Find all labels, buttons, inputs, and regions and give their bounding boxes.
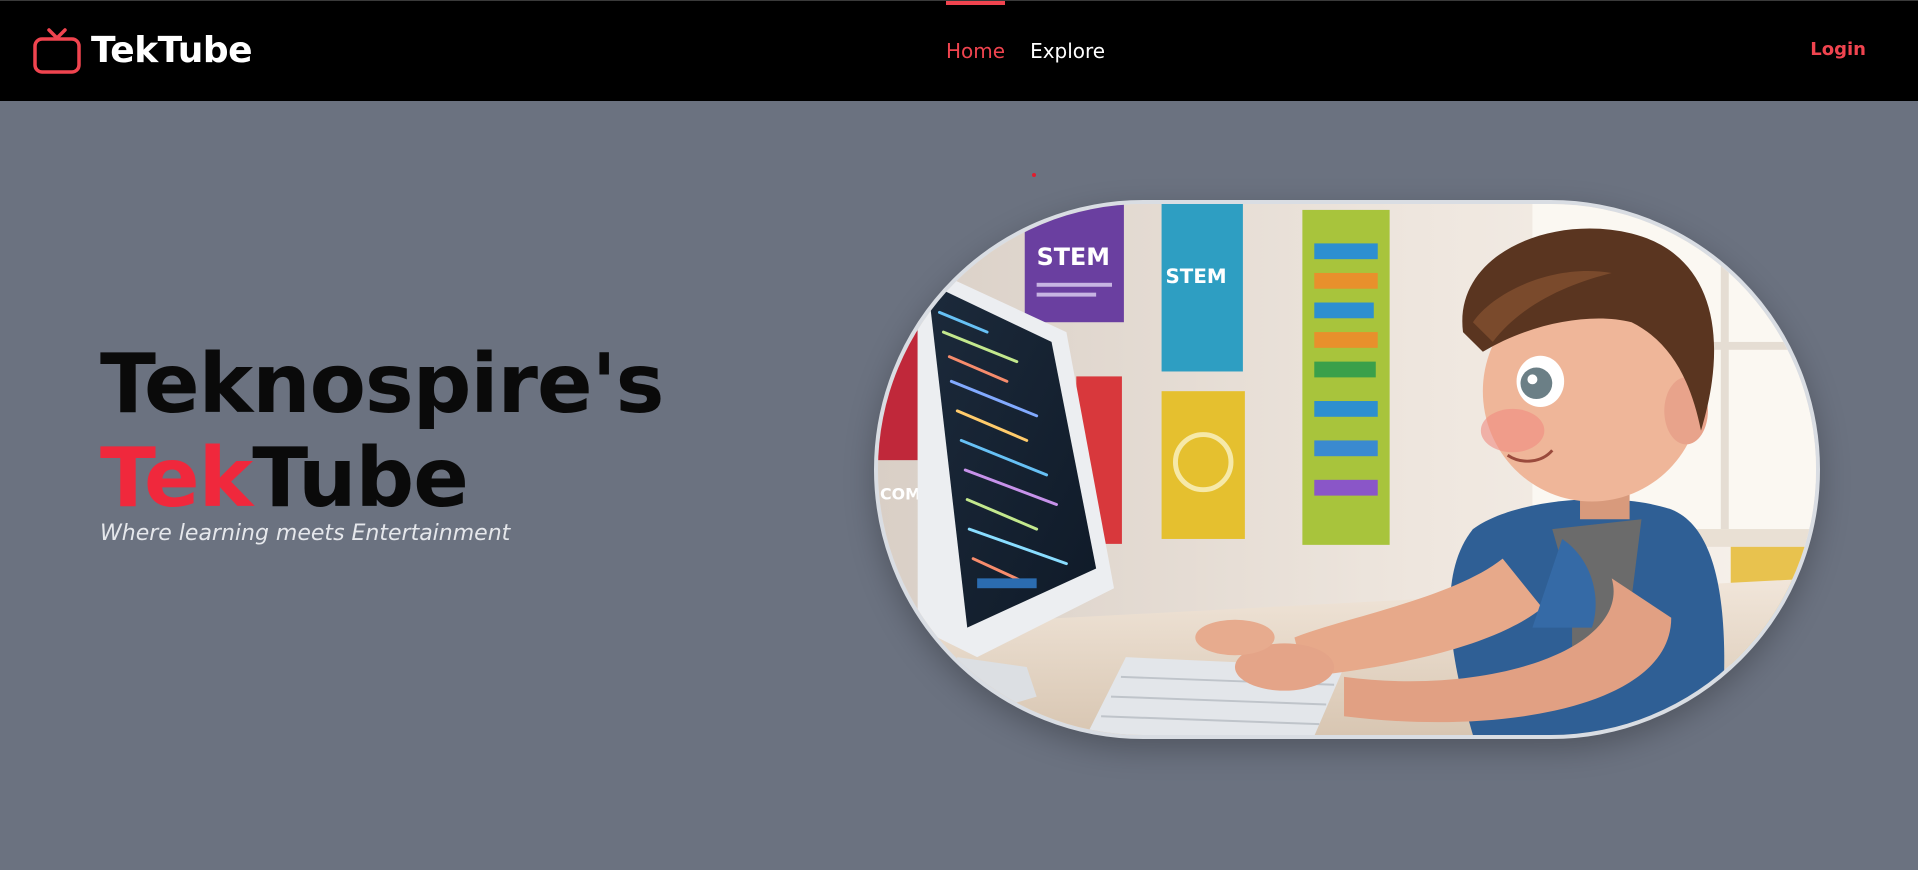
poster-text-3: COM — [880, 485, 921, 504]
hero-title-accent: Tek — [100, 431, 253, 526]
hero-title-line1: Teknospire's — [100, 337, 664, 432]
hero-tagline: Where learning meets Entertainment — [100, 521, 511, 546]
boy-coding-illustration: COM STEM STEM — [878, 204, 1816, 735]
poster-text-1: STEM — [1037, 243, 1110, 271]
brand-name: TekTube — [91, 30, 253, 71]
decorative-dot — [1032, 173, 1036, 177]
navbar: TekTube Home Explore Login — [0, 0, 1918, 101]
main-nav: Home Explore — [946, 1, 1130, 101]
poster-text-2: STEM — [1166, 265, 1227, 288]
hero-illustration: COM STEM STEM — [874, 200, 1820, 739]
tv-icon — [33, 28, 81, 74]
hero-title: Teknospire's TekTube — [100, 337, 664, 526]
login-button[interactable]: Login — [1810, 39, 1866, 60]
nav-explore-link[interactable]: Explore — [1030, 1, 1105, 101]
hero-title-rest: Tube — [252, 431, 469, 526]
brand-logo[interactable]: TekTube — [33, 28, 253, 74]
nav-home-link[interactable]: Home — [946, 1, 1006, 101]
